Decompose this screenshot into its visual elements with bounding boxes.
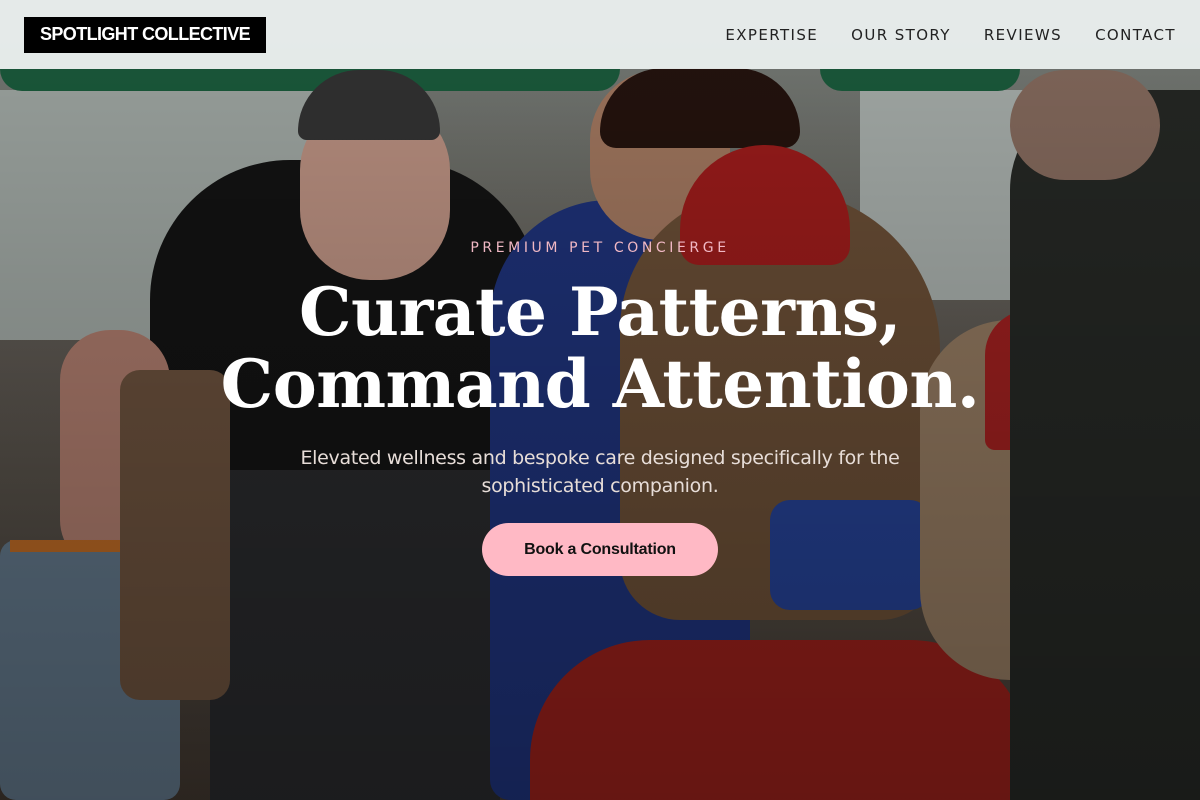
- site-header: SPOTLIGHT COLLECTIVE EXPERTISE OUR STORY…: [0, 0, 1200, 69]
- hero-eyebrow: PREMIUM PET CONCIERGE: [470, 240, 730, 256]
- main-nav: EXPERTISE OUR STORY REVIEWS CONTACT: [692, 26, 1176, 44]
- nav-link-reviews[interactable]: REVIEWS: [984, 26, 1062, 44]
- hero-headline: Curate Patterns, Command Attention.: [0, 276, 1200, 420]
- hero-subtitle-line-2: sophisticated companion.: [481, 475, 719, 497]
- hero-headline-line-1: Curate Patterns,: [299, 273, 901, 351]
- hero-headline-line-2: Command Attention.: [220, 345, 980, 423]
- nav-link-expertise[interactable]: EXPERTISE: [725, 26, 818, 44]
- hero-subtitle: Elevated wellness and bespoke care desig…: [290, 444, 910, 500]
- hero-subtitle-line-1: Elevated wellness and bespoke care desig…: [300, 447, 900, 469]
- brand-logo[interactable]: SPOTLIGHT COLLECTIVE: [24, 16, 267, 53]
- nav-link-our-story[interactable]: OUR STORY: [851, 26, 951, 44]
- book-consultation-button[interactable]: Book a Consultation: [482, 523, 718, 576]
- nav-link-contact[interactable]: CONTACT: [1095, 26, 1176, 44]
